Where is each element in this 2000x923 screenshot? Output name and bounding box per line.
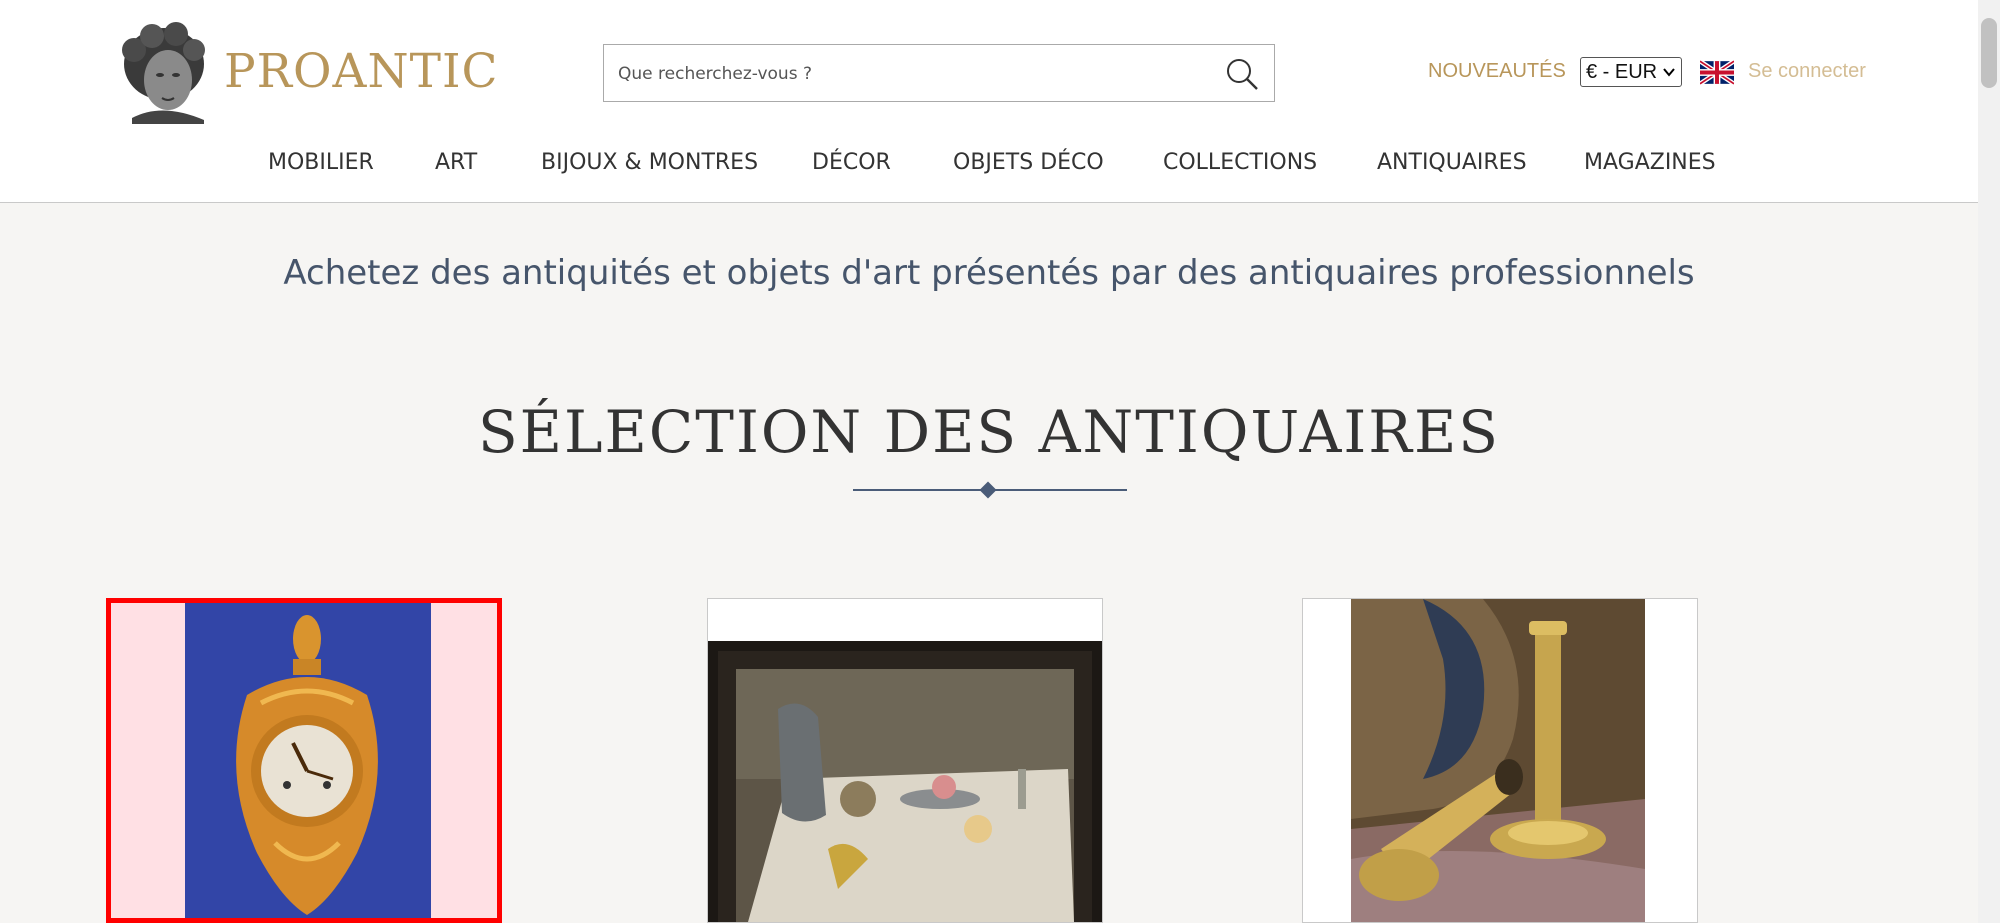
currency-value: € - EUR: [1586, 61, 1658, 83]
new-arrivals-link[interactable]: NOUVEAUTÉS: [1428, 60, 1566, 83]
search-input[interactable]: [616, 45, 1200, 103]
scrollbar-thumb[interactable]: [1981, 18, 1997, 88]
nav-item-magazines[interactable]: MAGAZINES: [1584, 150, 1716, 175]
search-icon[interactable]: [1224, 56, 1260, 92]
logo-bust-icon[interactable]: [112, 20, 210, 124]
nav-item-antiquaires[interactable]: ANTIQUAIRES: [1377, 150, 1527, 175]
main-nav: MOBILIER ART BIJOUX & MONTRES DÉCOR OBJE…: [0, 150, 1978, 180]
still-life-painting-image: [708, 599, 1102, 922]
nav-item-bijoux-montres[interactable]: BIJOUX & MONTRES: [541, 150, 758, 175]
nav-item-art[interactable]: ART: [435, 150, 477, 175]
uk-flag-icon[interactable]: [1700, 60, 1734, 85]
site-header: PROANTIC NOUVEAUTÉS € - EUR Se connecter…: [0, 0, 1978, 203]
search-box: [603, 44, 1275, 103]
nav-item-objets-deco[interactable]: OBJETS DÉCO: [953, 150, 1104, 175]
currency-select[interactable]: € - EUR: [1580, 57, 1682, 87]
product-card-candlesticks[interactable]: [1302, 598, 1698, 923]
brand-logo-text[interactable]: PROANTIC: [224, 44, 499, 99]
login-link[interactable]: Se connecter: [1748, 60, 1866, 83]
nav-item-mobilier[interactable]: MOBILIER: [268, 150, 374, 175]
candlesticks-image: [1303, 599, 1697, 922]
title-divider-diamond: [979, 481, 997, 499]
nav-item-decor[interactable]: DÉCOR: [812, 150, 891, 175]
product-card-clock[interactable]: [106, 598, 502, 923]
vertical-scrollbar[interactable]: [1978, 0, 2000, 923]
cartel-clock-image: [185, 603, 431, 918]
product-card-painting[interactable]: [707, 598, 1103, 923]
tagline: Achetez des antiquités et objets d'art p…: [283, 253, 1695, 293]
chevron-down-icon: [1663, 68, 1675, 77]
section-title: SÉLECTION DES ANTIQUAIRES: [477, 398, 1501, 466]
nav-item-collections[interactable]: COLLECTIONS: [1163, 150, 1317, 175]
